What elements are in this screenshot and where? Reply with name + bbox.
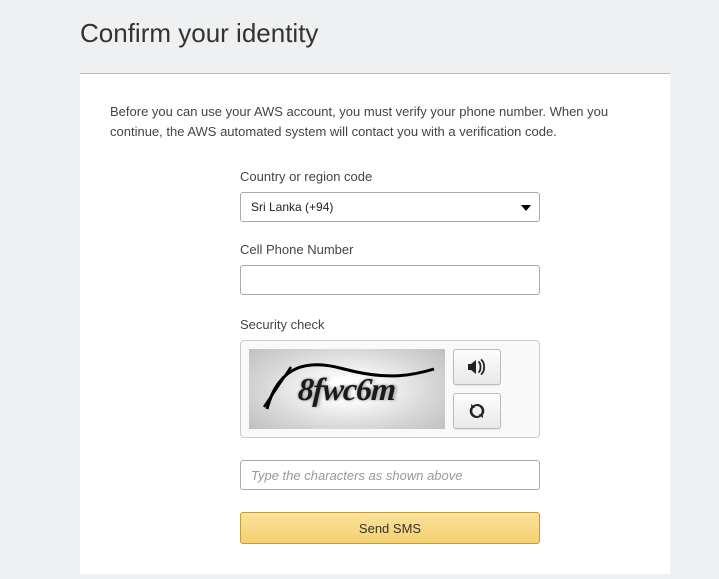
intro-text: Before you can use your AWS account, you… (110, 102, 640, 141)
identity-card: Before you can use your AWS account, you… (80, 74, 670, 574)
captcha-image: 8fwc6m (249, 349, 445, 429)
page-title: Confirm your identity (80, 18, 669, 49)
captcha-text: 8fwc6m (297, 371, 396, 408)
phone-input[interactable] (240, 265, 540, 295)
country-label: Country or region code (240, 169, 540, 184)
captcha-buttons (453, 349, 501, 429)
chevron-down-icon (521, 205, 531, 211)
phone-label: Cell Phone Number (240, 242, 540, 257)
country-select[interactable]: Sri Lanka (+94) (240, 192, 540, 222)
captcha-refresh-button[interactable] (453, 393, 501, 429)
captcha-container: 8fwc6m (240, 340, 540, 438)
identity-form: Country or region code Sri Lanka (+94) C… (240, 169, 540, 544)
refresh-icon (468, 402, 486, 420)
speaker-icon (467, 358, 487, 376)
captcha-audio-button[interactable] (453, 349, 501, 385)
captcha-input[interactable] (240, 460, 540, 490)
send-sms-button[interactable]: Send SMS (240, 512, 540, 544)
security-check-label: Security check (240, 317, 540, 332)
country-select-value: Sri Lanka (+94) (241, 193, 539, 221)
